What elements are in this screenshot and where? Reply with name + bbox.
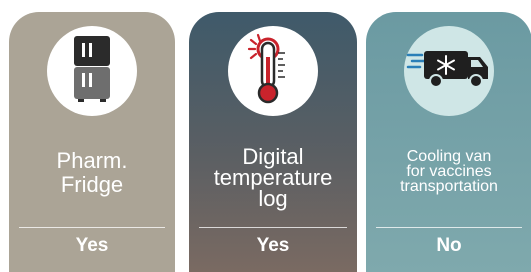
icon-circle — [47, 26, 137, 116]
card-title: Digital temperature log — [189, 144, 357, 211]
answer-label: Yes — [256, 235, 290, 256]
icon-circle — [228, 26, 318, 116]
card-digital-temperature-log: Digital temperature log Yes — [189, 12, 357, 272]
card-title-line: Cooling van — [406, 148, 492, 165]
divider — [199, 227, 347, 228]
divider — [376, 227, 522, 228]
card-title: Pharm. Fridge — [9, 149, 175, 197]
icon-circle — [404, 26, 494, 116]
answer-label: No — [436, 235, 462, 256]
refrigerated-van-icon — [406, 47, 492, 96]
card-title: Cooling van for vaccines transportation — [366, 148, 531, 195]
thermometer-icon — [243, 33, 303, 110]
card-title-line: Pharm. — [56, 148, 128, 173]
divider — [19, 227, 165, 228]
card-pharm-fridge: Pharm. Fridge Yes — [9, 12, 175, 272]
fridge-icon — [66, 35, 118, 107]
card-title-line: for vaccines — [406, 163, 492, 180]
answer-label: Yes — [75, 235, 109, 256]
card-title-line: Fridge — [60, 172, 124, 197]
card-title-line: transportation — [400, 178, 498, 195]
card-cooling-van: Cooling van for vaccines transportation … — [366, 12, 531, 272]
card-title-line: temperature — [213, 165, 333, 190]
card-title-line: Digital — [242, 144, 304, 169]
card-title-line: log — [258, 186, 288, 211]
